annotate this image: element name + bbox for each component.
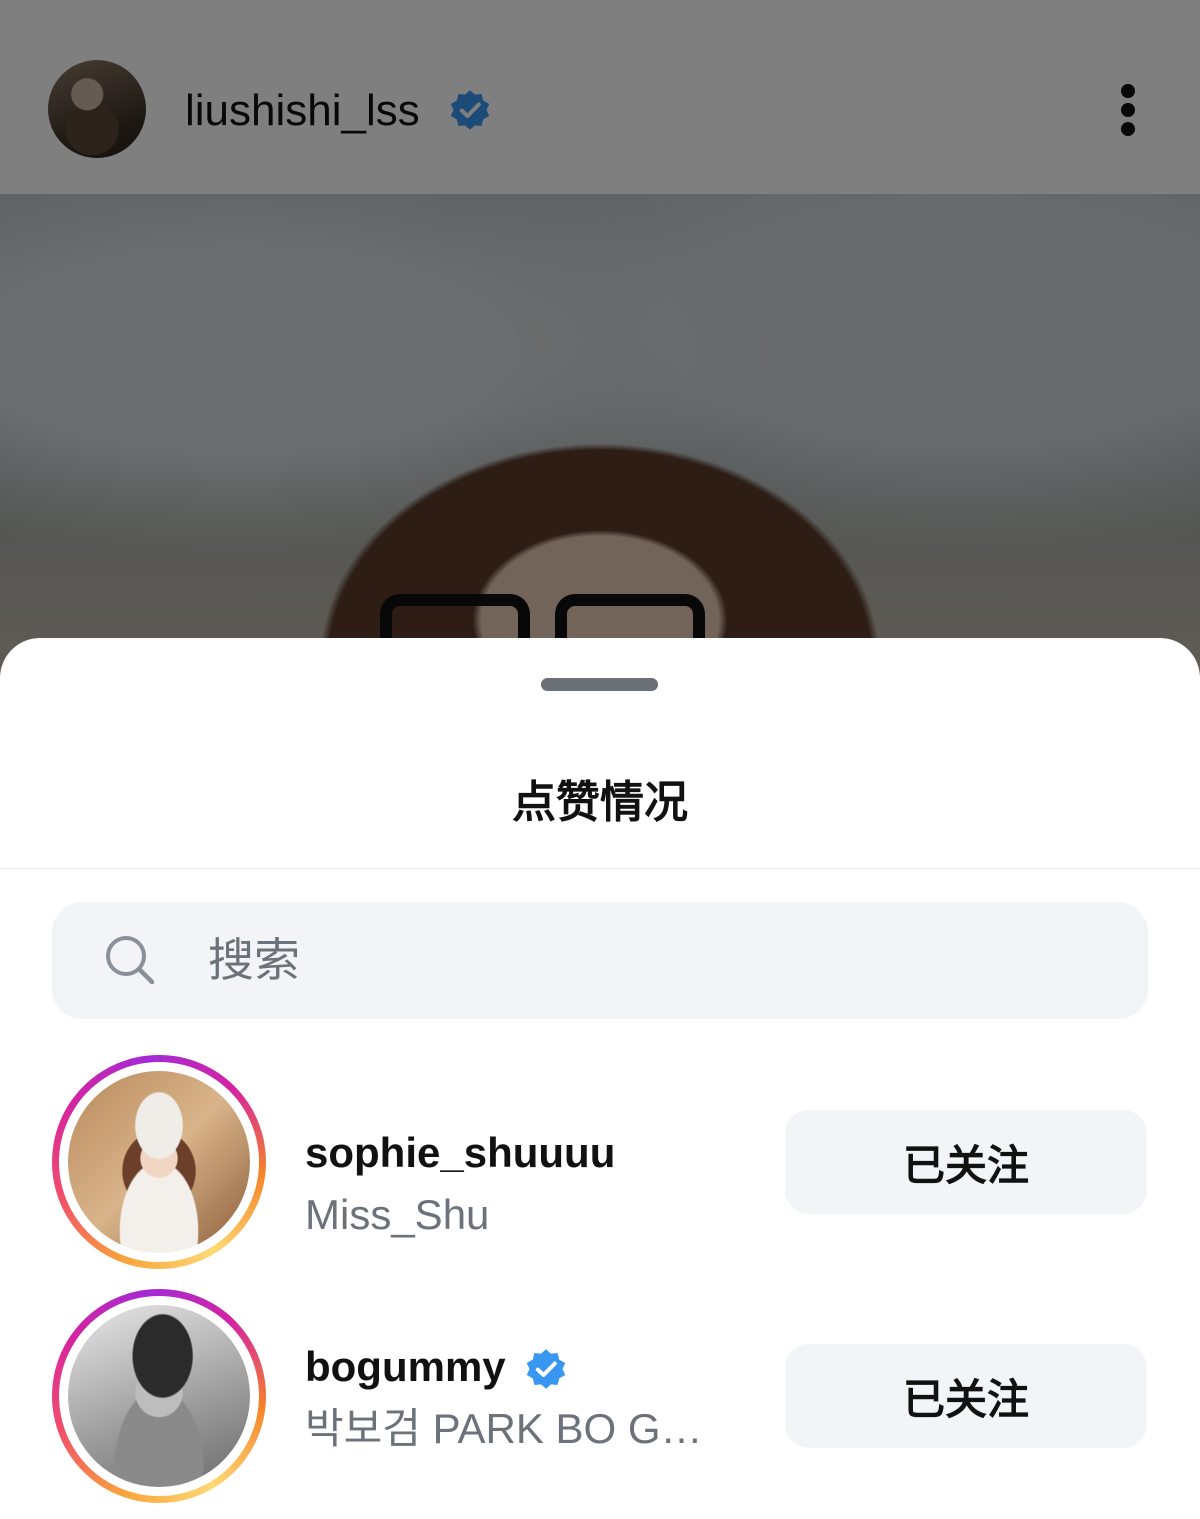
sheet-grabber-handle[interactable]	[541, 678, 658, 691]
liker-username[interactable]: bogummy	[305, 1341, 506, 1393]
search-icon	[106, 936, 155, 985]
liker-username[interactable]: sophie_shuuuu	[305, 1127, 615, 1179]
verified-badge-icon	[526, 1349, 566, 1389]
likes-sheet: 点赞情况 sophie_shuuuu Miss_Shu 已关注 bogummy	[0, 638, 1200, 1519]
liker-row[interactable]: bogummy 박보검 PARK BO G… 已关注	[0, 1289, 1200, 1503]
liker-full-name: 박보검 PARK BO G…	[305, 1405, 703, 1452]
avatar	[68, 1071, 250, 1253]
search-bar[interactable]	[52, 902, 1148, 1019]
following-button[interactable]: 已关注	[785, 1344, 1147, 1448]
avatar	[68, 1305, 250, 1487]
sheet-title: 点赞情况	[512, 778, 688, 827]
story-ring[interactable]	[52, 1289, 266, 1503]
liker-full-name: Miss_Shu	[305, 1191, 490, 1238]
search-input[interactable]	[208, 927, 1088, 993]
story-ring[interactable]	[52, 1055, 266, 1269]
following-button[interactable]: 已关注	[785, 1110, 1147, 1214]
title-divider	[0, 868, 1200, 869]
liker-row[interactable]: sophie_shuuuu Miss_Shu 已关注	[0, 1055, 1200, 1269]
